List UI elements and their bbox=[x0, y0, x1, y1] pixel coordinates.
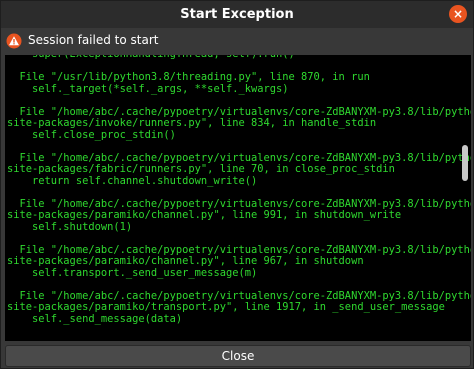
console-line: self._send_message(data) bbox=[7, 312, 183, 325]
console-line: site-packages/paramiko/channel.py", line… bbox=[7, 209, 402, 221]
title-bar[interactable]: Start Exception × bbox=[1, 1, 473, 28]
console-line: self.close_proc_stdin() bbox=[7, 128, 176, 141]
scrollbar-thumb[interactable] bbox=[462, 145, 468, 181]
console-line: self.shutdown(1) bbox=[7, 220, 133, 233]
console-line: site-packages/invoke/runners.py", line 8… bbox=[7, 117, 377, 129]
console-line: File "/usr/lib/python3.8/threading.py", … bbox=[7, 71, 370, 83]
warning-icon bbox=[6, 33, 22, 49]
window-close-button[interactable]: × bbox=[449, 5, 467, 23]
console-line: return self.channel.shutdown_write() bbox=[7, 174, 258, 187]
error-message: Session failed to start bbox=[28, 33, 159, 47]
console-line: self.transport._send_user_message(m) bbox=[7, 266, 258, 279]
console-line: self._target(*self._args, **self._kwargs… bbox=[7, 82, 289, 95]
traceback-console[interactable]: super(ExceptionHandlingThread, self).run… bbox=[5, 55, 471, 341]
console-scrollbar[interactable] bbox=[461, 59, 469, 337]
close-button[interactable]: Close bbox=[5, 345, 471, 367]
console-line: site-packages/paramiko/channel.py", line… bbox=[7, 255, 364, 267]
window-title: Start Exception bbox=[180, 7, 294, 22]
error-banner: Session failed to start bbox=[1, 28, 473, 54]
console-line: site-packages/paramiko/transport.py", li… bbox=[7, 301, 445, 313]
start-exception-dialog: Start Exception × Session failed to star… bbox=[0, 0, 474, 369]
console-line: site-packages/fabric/runners.py", line 7… bbox=[7, 163, 395, 175]
traceback-text: super(ExceptionHandlingThread, self).run… bbox=[7, 55, 471, 342]
